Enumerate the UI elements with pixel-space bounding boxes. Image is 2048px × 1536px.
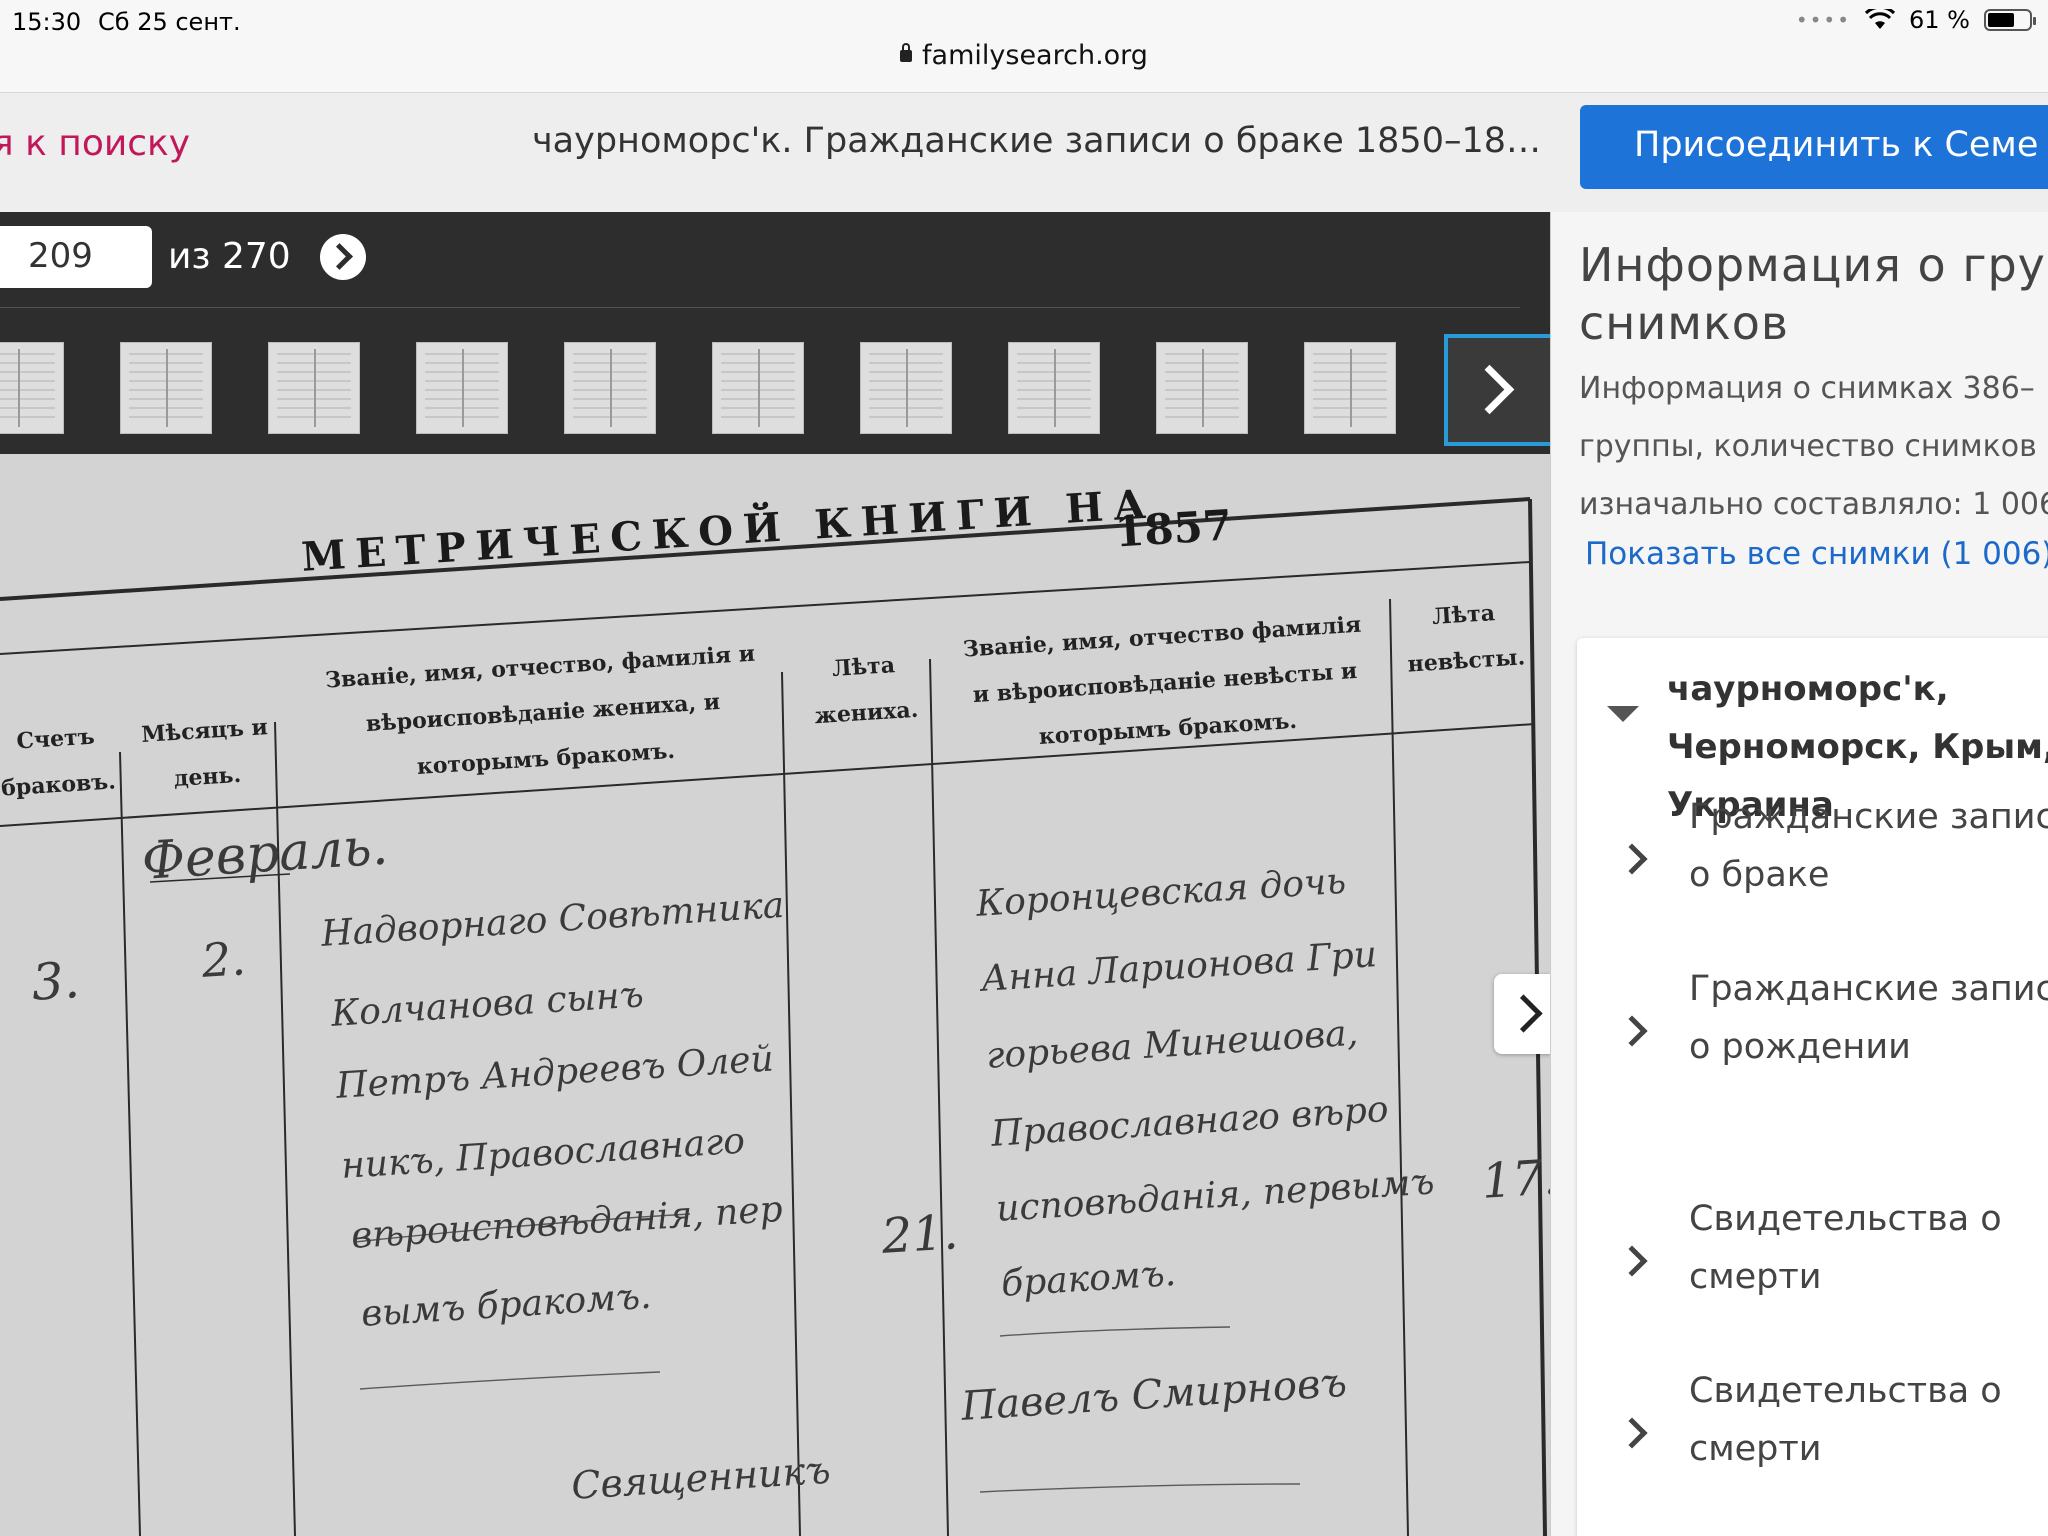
column-header-groom: Званіе, имя, отчество, фамилія и вѣроисп… bbox=[324, 640, 756, 780]
filmstrip bbox=[0, 330, 1550, 446]
collection-item-birth[interactable]: Гражданские записи о рождении bbox=[1689, 960, 2048, 1076]
thumbnail[interactable] bbox=[1156, 342, 1248, 434]
column-header-bride-age: Лѣта невѣсты. bbox=[1406, 600, 1526, 678]
page-total: из 270 bbox=[168, 236, 291, 277]
next-page-icon[interactable] bbox=[320, 234, 366, 280]
chevron-right-icon[interactable] bbox=[1616, 1245, 1648, 1277]
page-header: я к поиску чаурноморс'к. Гражданские зап… bbox=[0, 92, 2048, 212]
page-number-input[interactable]: 209 bbox=[0, 226, 152, 288]
status-right: •••• 61 % bbox=[1795, 6, 2036, 34]
filmstrip-next-icon[interactable] bbox=[1444, 334, 1550, 446]
column-header-bride: Званіе, имя, отчество фамилія и вѣроиспо… bbox=[962, 611, 1362, 750]
status-time: 15:30 bbox=[12, 8, 82, 36]
image-group-info-panel: Информация о группе снимков Информация о… bbox=[1550, 212, 2048, 1536]
column-header-groom-age: Лѣта жениха. bbox=[813, 652, 919, 730]
url-text: familysearch.org bbox=[922, 40, 1148, 71]
battery-icon bbox=[1984, 9, 2036, 31]
battery-percent: 61 % bbox=[1909, 6, 1970, 34]
ios-status-bar: 15:30 Сб 25 сент. •••• 61 % familysearch… bbox=[0, 0, 2048, 92]
show-all-images-link[interactable]: Показать все снимки (1 006) bbox=[1585, 536, 2048, 572]
panel-description: Информация о снимках 386–группы, количес… bbox=[1579, 371, 2048, 522]
thumbnail[interactable] bbox=[0, 342, 64, 434]
handwritten-day: 2. bbox=[200, 931, 248, 988]
thumbnail[interactable] bbox=[712, 342, 804, 434]
thumbnail[interactable] bbox=[1304, 342, 1396, 434]
join-family-tree-button[interactable]: Присоединить к Семе bbox=[1580, 105, 2048, 189]
lock-icon bbox=[900, 43, 913, 62]
address-bar[interactable]: familysearch.org bbox=[0, 40, 2048, 71]
thumbnail[interactable] bbox=[416, 342, 508, 434]
back-to-search-link[interactable]: я к поиску bbox=[0, 123, 190, 164]
divider bbox=[0, 307, 1520, 308]
column-header-date: Мѣсяцъ и день. bbox=[140, 714, 269, 793]
chevron-right-icon[interactable] bbox=[1616, 843, 1648, 875]
record-year: 1857 bbox=[1113, 500, 1234, 557]
viewer-next-image-icon[interactable] bbox=[1494, 974, 1550, 1054]
handwritten-groom-age: 21. bbox=[880, 1204, 960, 1265]
collection-tree-card: чаурноморс'к, Черноморск, Крым, Украина … bbox=[1577, 638, 2048, 1536]
chevron-right-icon[interactable] bbox=[1616, 1417, 1648, 1449]
panel-title: Информация о группе снимков bbox=[1579, 238, 2048, 350]
wifi-icon bbox=[1865, 9, 1896, 29]
collection-item-marriage[interactable]: Гражданские записи о браке bbox=[1689, 788, 2048, 904]
thumbnail[interactable] bbox=[564, 342, 656, 434]
status-date: Сб 25 сент. bbox=[98, 8, 241, 36]
thumbnail[interactable] bbox=[1008, 342, 1100, 434]
thumbnail[interactable] bbox=[120, 342, 212, 434]
page-navigation: 209 из 270 bbox=[0, 212, 1550, 308]
handwritten-count: 3. bbox=[30, 951, 82, 1012]
handwritten-bride-age: 17. bbox=[1480, 1149, 1550, 1210]
collection-title: чаурноморс'к. Гражданские записи о браке… bbox=[532, 121, 1542, 161]
collection-item-death-2[interactable]: Свидетельства о смерти bbox=[1689, 1362, 2048, 1478]
record-image[interactable]: МЕТРИЧЕСКОЙ КНИГИ НА 1857 Счетъ браковъ.… bbox=[0, 454, 1550, 1536]
chevron-right-icon[interactable] bbox=[1616, 1015, 1648, 1047]
thumbnail[interactable] bbox=[860, 342, 952, 434]
collection-item-death-1[interactable]: Свидетельства о смерти bbox=[1689, 1190, 2048, 1306]
thumbnail[interactable] bbox=[268, 342, 360, 434]
collapse-triangle-icon[interactable] bbox=[1607, 706, 1639, 722]
image-viewer: 209 из 270 МЕТРИЧЕСКОЙ КНИГИ НА 1857 Сче… bbox=[0, 212, 1550, 1536]
cellular-dots-icon: •••• bbox=[1795, 8, 1852, 32]
column-header-count: Счетъ браковъ. bbox=[0, 723, 117, 802]
